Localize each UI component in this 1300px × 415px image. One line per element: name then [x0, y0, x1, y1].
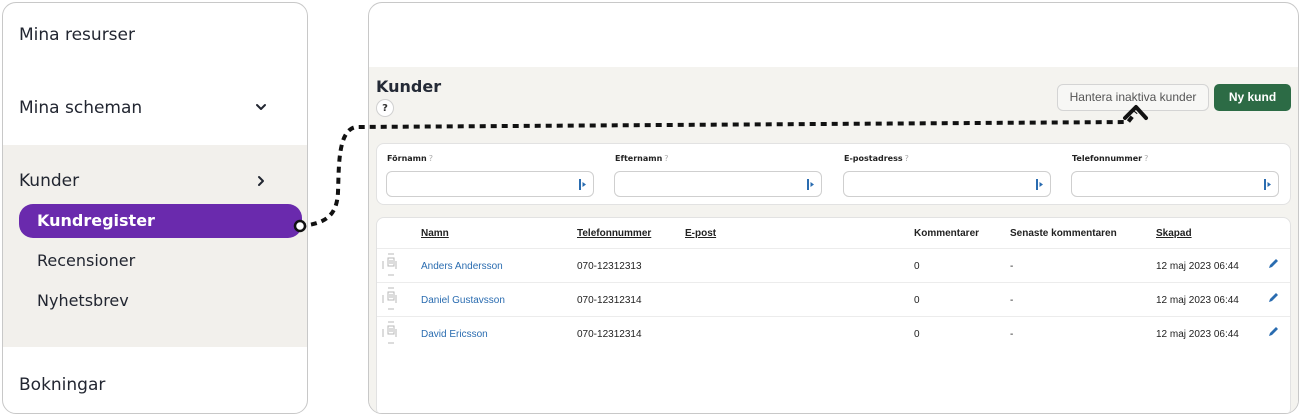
column-header-comments: Kommentarer — [914, 228, 980, 239]
filter-label: Förnamn? — [387, 154, 433, 163]
sidebar-item-label: Mina resurser — [19, 25, 135, 45]
customer-card-icon — [382, 321, 397, 344]
sidebar-item-label: Mina scheman — [19, 98, 143, 118]
input-autofill-icon[interactable] — [807, 179, 815, 190]
pencil-icon[interactable] — [1267, 326, 1279, 338]
sidebar-item-kunder[interactable]: Kunder — [19, 171, 79, 191]
customer-comments: 0 — [914, 329, 920, 340]
filter-card: Förnamn? Efternamn? E-postadress? Telefo… — [376, 143, 1291, 205]
input-autofill-icon[interactable] — [1036, 179, 1044, 190]
customer-card-icon — [382, 253, 397, 276]
sidebar-item-mina-resurser[interactable]: Mina resurser — [19, 25, 135, 45]
sidebar-subitem-nyhetsbrev[interactable]: Nyhetsbrev — [37, 291, 129, 310]
customer-last-comment: - — [1010, 261, 1014, 272]
sidebar-subitem-label: Kundregister — [37, 211, 155, 230]
sidebar-subitem-label: Nyhetsbrev — [37, 291, 129, 310]
sidebar-subitem-recensioner[interactable]: Recensioner — [37, 251, 135, 270]
filter-label: E-postadress? — [844, 154, 909, 163]
pencil-icon[interactable] — [1267, 258, 1279, 270]
customer-phone: 070-12312313 — [577, 261, 642, 272]
new-customer-button[interactable]: Ny kund — [1214, 84, 1291, 111]
customer-created: 12 maj 2023 06:44 — [1156, 329, 1239, 340]
column-header-phone[interactable]: Telefonnummer — [577, 228, 651, 239]
customer-created: 12 maj 2023 06:44 — [1156, 261, 1239, 272]
help-icon[interactable]: ? — [1144, 154, 1148, 163]
content-panel: Kunder ? Hantera inaktiva kunder Ny kund… — [368, 2, 1299, 414]
sidebar-item-label: Kunder — [19, 171, 80, 191]
customer-table: Namn Telefonnummer E-post Kommentarer Se… — [376, 217, 1291, 413]
sidebar-item-bokningar[interactable]: Bokningar — [19, 375, 105, 395]
input-autofill-icon[interactable] — [579, 179, 587, 190]
pencil-icon[interactable] — [1267, 292, 1279, 304]
email-input[interactable] — [843, 171, 1051, 197]
column-header-last-comment: Senaste kommentaren — [1010, 228, 1117, 239]
chevron-right-icon[interactable] — [255, 175, 267, 187]
sidebar-subitem-label: Recensioner — [37, 251, 136, 270]
phone-input[interactable] — [1071, 171, 1279, 197]
filter-label: Efternamn? — [615, 154, 669, 163]
help-icon[interactable]: ? — [429, 154, 433, 163]
chevron-down-icon[interactable] — [255, 101, 267, 113]
sidebar-panel: Mina resurser Mina scheman Kunder Kundre… — [2, 2, 308, 414]
filter-label: Telefonnummer? — [1072, 154, 1149, 163]
customer-phone: 070-12312314 — [577, 295, 642, 306]
first-name-input[interactable] — [386, 171, 594, 197]
customer-last-comment: - — [1010, 329, 1014, 340]
manage-inactive-customers-button[interactable]: Hantera inaktiva kunder — [1057, 84, 1209, 111]
customer-name-link[interactable]: David Ericsson — [421, 329, 488, 340]
customer-comments: 0 — [914, 295, 920, 306]
sidebar-item-label: Bokningar — [19, 375, 106, 395]
customer-phone: 070-12312314 — [577, 329, 642, 340]
table-row[interactable]: Anders Andersson 070-12312313 0 - 12 maj… — [377, 248, 1290, 282]
customer-last-comment: - — [1010, 295, 1014, 306]
help-icon[interactable]: ? — [905, 154, 909, 163]
last-name-input[interactable] — [614, 171, 822, 197]
sidebar-item-mina-scheman[interactable]: Mina scheman — [19, 98, 142, 118]
customer-name-link[interactable]: Daniel Gustavsson — [421, 295, 505, 306]
sidebar-subitem-kundregister[interactable]: Kundregister — [19, 204, 302, 238]
help-icon[interactable]: ? — [376, 99, 394, 117]
page-title: Kunder — [376, 77, 442, 96]
column-header-name[interactable]: Namn — [421, 228, 449, 239]
column-header-email[interactable]: E-post — [685, 228, 716, 239]
table-row[interactable]: Daniel Gustavsson 070-12312314 0 - 12 ma… — [377, 282, 1290, 316]
customer-created: 12 maj 2023 06:44 — [1156, 295, 1239, 306]
customer-card-icon — [382, 287, 397, 310]
column-header-created[interactable]: Skapad — [1156, 228, 1192, 239]
customer-name-link[interactable]: Anders Andersson — [421, 261, 503, 272]
table-row[interactable]: David Ericsson 070-12312314 0 - 12 maj 2… — [377, 316, 1290, 350]
help-icon[interactable]: ? — [664, 154, 668, 163]
input-autofill-icon[interactable] — [1264, 179, 1272, 190]
customer-comments: 0 — [914, 261, 920, 272]
customer-page: Kunder ? Hantera inaktiva kunder Ny kund… — [369, 67, 1298, 413]
